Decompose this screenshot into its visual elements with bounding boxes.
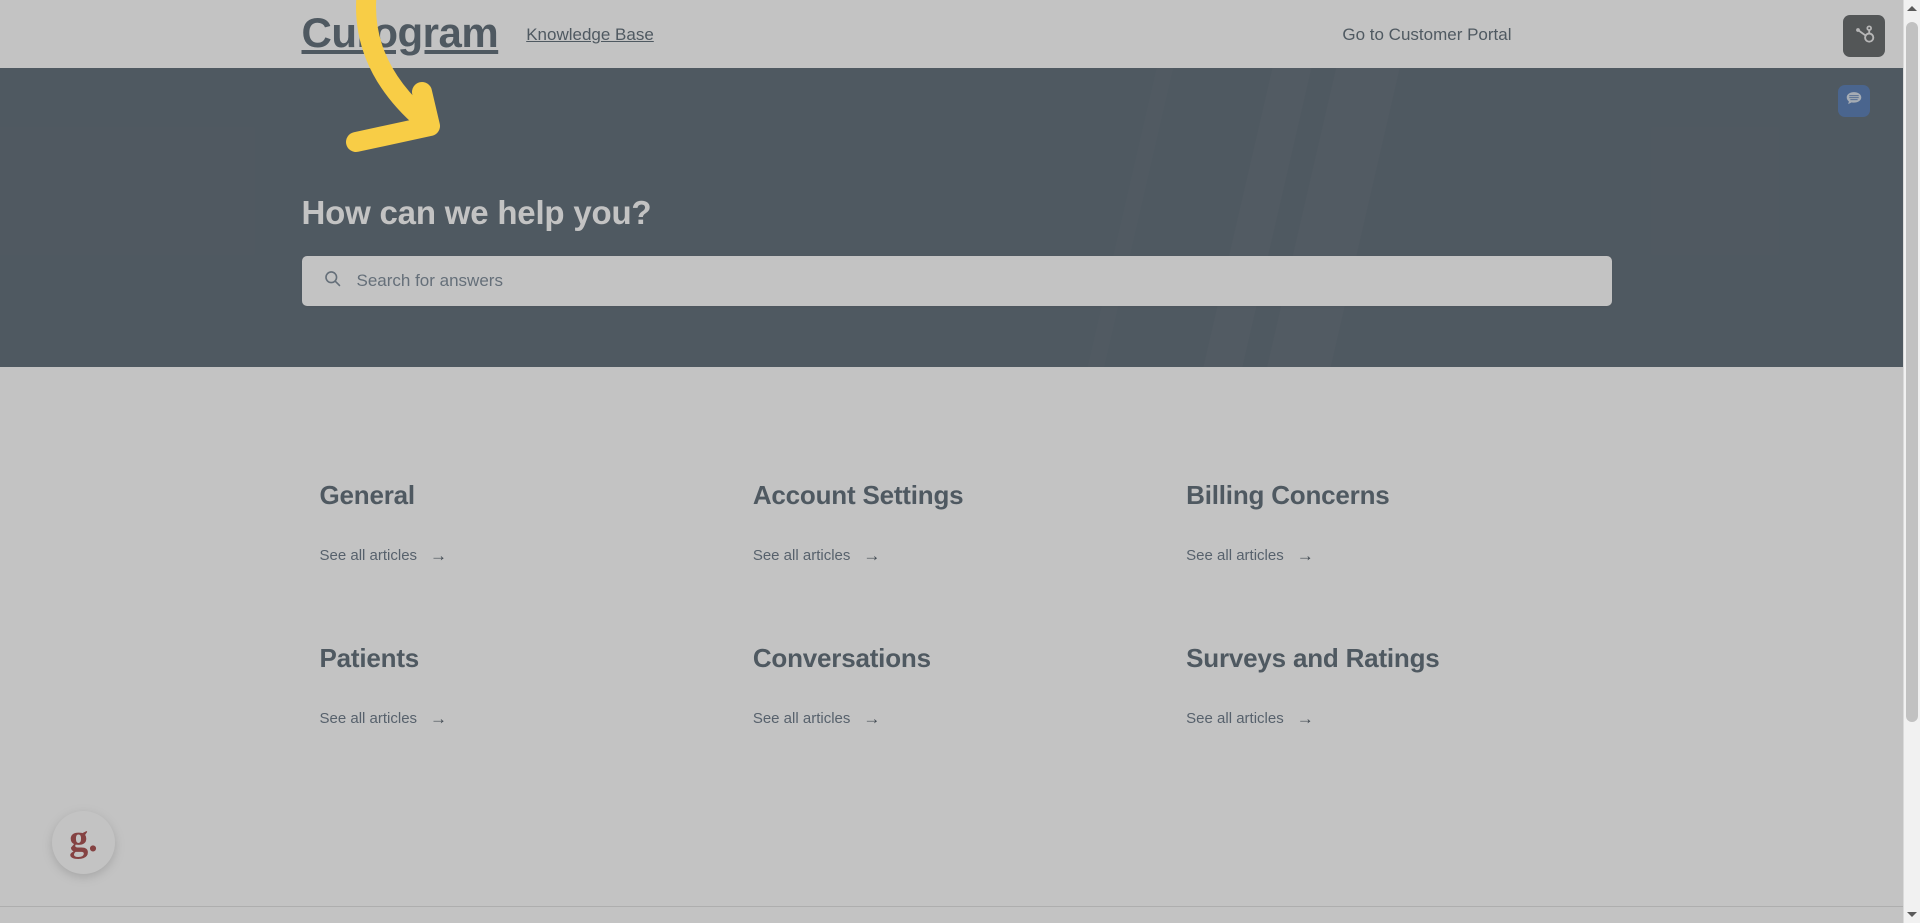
scroll-up-arrow-icon bbox=[1907, 6, 1917, 11]
category-title: Surveys and Ratings bbox=[1186, 643, 1440, 673]
arrow-right-icon: → bbox=[863, 709, 881, 728]
see-all-articles-link[interactable]: See all articles → bbox=[753, 547, 881, 564]
hero-chat-widget-button[interactable] bbox=[1837, 85, 1870, 117]
category-grid: General See all articles → Account Setti… bbox=[302, 367, 1602, 728]
header-inner: Curogram Knowledge Base Go to Customer P… bbox=[302, 2, 1602, 68]
category-card: General See all articles → bbox=[302, 480, 735, 565]
page-title: How can we help you? bbox=[301, 194, 652, 231]
page-canvas: Curogram Knowledge Base Go to Customer P… bbox=[0, 0, 1903, 923]
hubspot-sprocket-icon bbox=[1852, 22, 1876, 51]
site-header: Curogram Knowledge Base Go to Customer P… bbox=[0, 2, 1903, 68]
see-all-articles-label: See all articles bbox=[1186, 547, 1284, 564]
category-card: Billing Concerns See all articles → bbox=[1168, 480, 1601, 565]
arrow-right-icon: → bbox=[863, 546, 881, 565]
category-card: Patients See all articles → bbox=[302, 643, 735, 728]
category-card: Surveys and Ratings See all articles → bbox=[1168, 643, 1601, 728]
scroll-up-arrow[interactable] bbox=[1904, 0, 1920, 17]
chat-bubble-icon bbox=[1844, 89, 1864, 114]
see-all-articles-label: See all articles bbox=[752, 710, 851, 727]
scroll-down-arrow-icon bbox=[1907, 912, 1917, 917]
see-all-articles-label: See all articles bbox=[1186, 710, 1284, 727]
category-title: Patients bbox=[319, 643, 420, 673]
see-all-articles-link[interactable]: See all articles → bbox=[320, 547, 448, 564]
category-card: Conversations See all articles → bbox=[735, 643, 1168, 728]
see-all-articles-label: See all articles bbox=[319, 547, 418, 564]
site-footer bbox=[0, 907, 1903, 923]
categories-section: General See all articles → Account Setti… bbox=[0, 367, 1903, 906]
search-icon bbox=[324, 270, 341, 292]
arrow-right-icon: → bbox=[430, 546, 448, 565]
brand-logo[interactable]: Curogram bbox=[302, 12, 499, 58]
category-card: Account Settings See all articles → bbox=[735, 480, 1168, 565]
hero-inner: How can we help you? bbox=[301, 68, 1870, 367]
see-all-articles-link[interactable]: See all articles → bbox=[753, 710, 881, 727]
category-title: Account Settings bbox=[752, 480, 964, 510]
see-all-articles-link[interactable]: See all articles → bbox=[1186, 547, 1314, 564]
hubspot-sprocket-button[interactable] bbox=[1843, 15, 1885, 57]
vertical-scrollbar[interactable] bbox=[1903, 0, 1920, 923]
scroll-down-arrow[interactable] bbox=[1904, 906, 1920, 923]
see-all-articles-link[interactable]: See all articles → bbox=[320, 710, 448, 727]
see-all-articles-label: See all articles bbox=[319, 710, 418, 727]
arrow-right-icon: → bbox=[1296, 709, 1314, 728]
see-all-articles-label: See all articles bbox=[752, 547, 851, 564]
scrollbar-thumb[interactable] bbox=[1906, 22, 1918, 722]
chat-launcher-label: g. bbox=[69, 818, 98, 860]
customer-portal-link[interactable]: Go to Customer Portal bbox=[1342, 25, 1511, 45]
see-all-articles-link[interactable]: See all articles → bbox=[1186, 710, 1314, 727]
hero-banner: How can we help you? bbox=[0, 68, 1903, 367]
category-title: Billing Concerns bbox=[1186, 480, 1390, 510]
category-title: Conversations bbox=[752, 643, 931, 673]
arrow-right-icon: → bbox=[1296, 546, 1314, 565]
search-bar[interactable] bbox=[301, 256, 1612, 306]
chat-launcher-button[interactable]: g. bbox=[52, 811, 115, 874]
knowledge-base-link[interactable]: Knowledge Base bbox=[526, 25, 654, 45]
search-input[interactable] bbox=[340, 256, 1541, 306]
category-title: General bbox=[319, 480, 416, 510]
arrow-right-icon: → bbox=[430, 709, 448, 728]
